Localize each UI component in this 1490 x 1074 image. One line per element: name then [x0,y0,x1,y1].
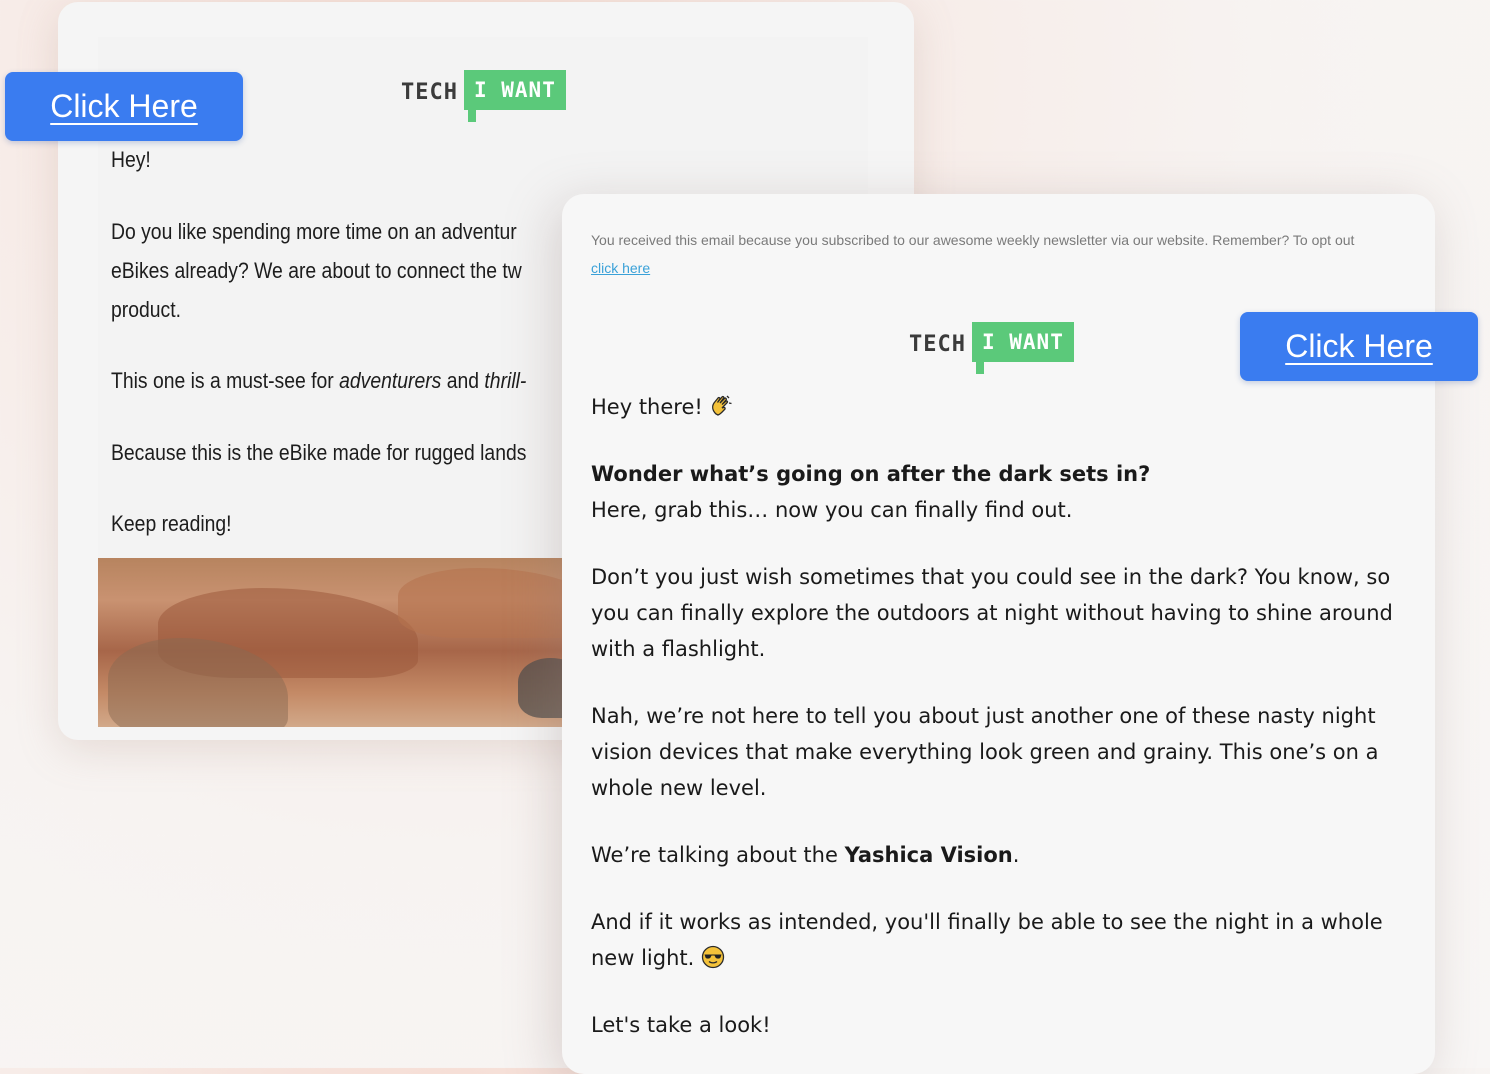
para3-suffix: . [1012,843,1020,867]
logo-iwant-text: I WANT [971,322,1074,374]
back-line-mustsee: This one is a must-see for adventurers a… [111,361,526,400]
notice-text: You received this email because you subs… [591,232,1355,248]
opt-out-link[interactable]: click here [591,260,650,276]
back-line: Do you like spending more time on an adv… [111,219,517,244]
click-here-button[interactable]: Click Here [5,72,243,141]
back-and-text: and [441,368,485,393]
click-here-button[interactable]: Click Here [1240,312,1478,381]
para3-prefix: We’re talking about the [591,843,845,867]
paragraph-4: And if it works as intended, you'll fina… [591,904,1411,976]
headline: Wonder what’s going on after the dark se… [591,462,1151,486]
back-line: Because this is the eBike made for rugge… [111,440,527,465]
sunglasses-face-icon [701,945,725,969]
back-italic-adventurers: adventurers [339,368,442,393]
click-here-label: Click Here [1285,328,1433,364]
back-greeting: Hey! [111,147,151,172]
logo-tech-text: TECH [401,80,458,105]
greeting-line: Hey there! [591,389,1411,425]
waving-hand-icon [712,395,733,416]
logo-tech-text: TECH [909,332,966,357]
back-italic-thrill: thrill- [484,368,527,393]
email-body: Hey there! Wonder what’s going on after … [591,389,1411,1043]
greeting-text: Hey there! [591,395,703,419]
click-here-label: Click Here [50,88,198,124]
tech-i-want-logo: TECH I WANT [401,70,566,122]
tech-i-want-logo: TECH I WANT [909,322,1074,374]
paragraph-5: Let's take a look! [591,1013,771,1037]
back-line: product. [111,297,181,322]
subline: Here, grab this… now you can finally fin… [591,498,1073,522]
subscription-notice: You received this email because you subs… [591,226,1411,282]
back-line: eBikes already? We are about to connect … [111,258,522,283]
paragraph-3: We’re talking about the Yashica Vision. [591,837,1411,873]
logo-iwant-text: I WANT [463,70,566,122]
paragraph-1: Don’t you just wish sometimes that you c… [591,565,1393,661]
paragraph-2: Nah, we’re not here to tell you about ju… [591,704,1379,800]
back-line: Keep reading! [111,511,232,536]
product-name: Yashica Vision [844,843,1013,867]
back-mustsee-text: This one is a must-see for [111,368,340,393]
